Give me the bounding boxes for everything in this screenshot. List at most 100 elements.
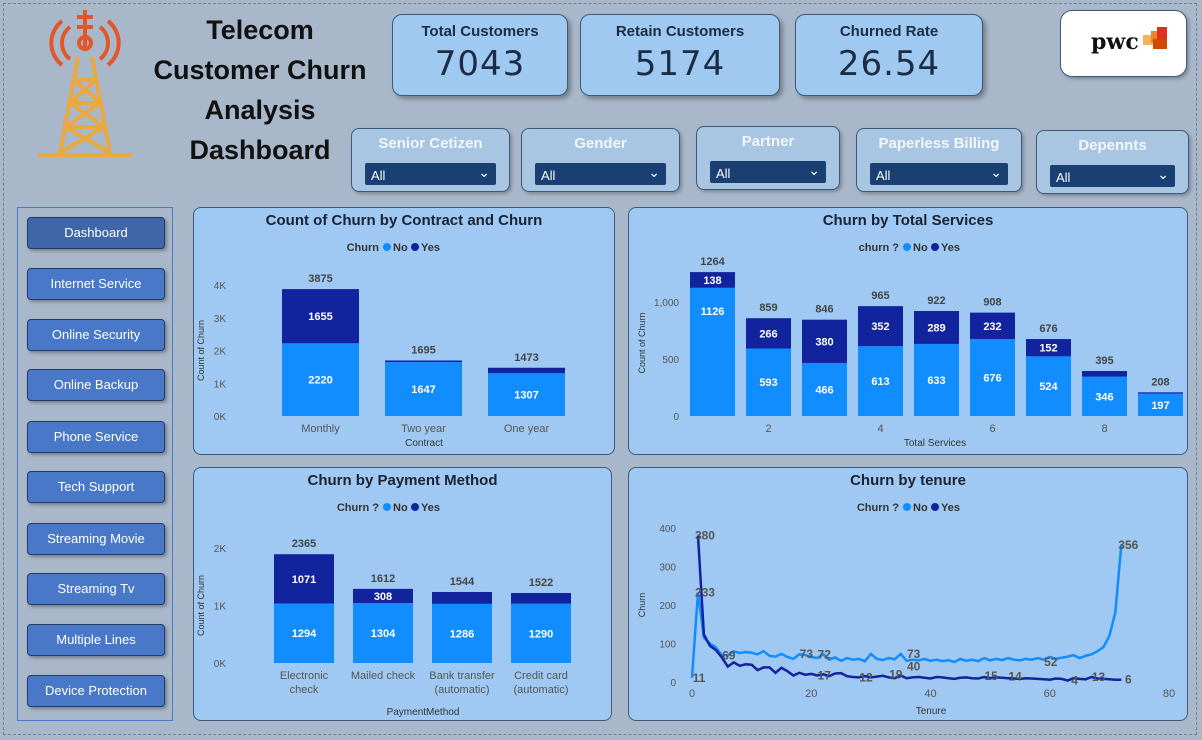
- slicer-dropdown[interactable]: All ⌄: [870, 163, 1008, 185]
- data-label-no: 1307: [514, 390, 538, 402]
- y-tick-label: 500: [662, 355, 679, 366]
- y-tick-label: 1,000: [654, 298, 679, 309]
- legend-marker-yes: [411, 503, 419, 511]
- y-tick-label: 400: [659, 524, 676, 535]
- data-label-total: 1264: [700, 256, 725, 268]
- nav-dashboard[interactable]: Dashboard: [27, 217, 165, 249]
- data-label-total: 395: [1095, 355, 1113, 367]
- data-label-no: 1294: [292, 628, 317, 640]
- data-label: 14: [1008, 670, 1022, 684]
- chart-contract-panel: Count of Churn by Contract and Churn Chu…: [193, 207, 615, 455]
- data-label: 6: [1125, 673, 1132, 687]
- data-label-total: 922: [927, 295, 945, 307]
- nav-internet-service[interactable]: Internet Service: [27, 268, 165, 300]
- data-label-no: 524: [1039, 381, 1058, 393]
- slicer-dropdown[interactable]: All ⌄: [1050, 165, 1175, 187]
- data-label-no: 1286: [450, 628, 474, 640]
- data-label-no: 1647: [411, 384, 435, 396]
- nav-phone-service[interactable]: Phone Service: [27, 421, 165, 453]
- data-label-no: 346: [1095, 391, 1113, 403]
- data-label: 12: [859, 670, 873, 684]
- slicer-partner[interactable]: Partner All ⌄: [696, 126, 840, 190]
- x-tick-label: Credit card: [514, 670, 568, 682]
- legend-label: No: [393, 242, 408, 254]
- x-tick-label: 80: [1163, 688, 1175, 700]
- chart-tenure: Churn ? No Yes 0 100 200 300 400 0 20 40 60 80 Churn T…: [637, 502, 1175, 717]
- data-label-total: 676: [1039, 323, 1057, 335]
- data-label: 19: [889, 668, 903, 682]
- nav-streaming-tv[interactable]: Streaming Tv: [27, 573, 165, 605]
- x-tick-label: Monthly: [301, 423, 340, 435]
- chart-payment: Churn ? No Yes 0K 1K 2K Count of Churn 1294 1071…: [196, 502, 571, 718]
- nav-tech-support[interactable]: Tech Support: [27, 471, 165, 503]
- legend-label: No: [913, 502, 928, 514]
- y-axis-label: Churn: [637, 593, 647, 618]
- data-label: 17: [818, 668, 832, 682]
- x-tick-label: 40: [924, 688, 936, 700]
- slicer-dropdown[interactable]: All ⌄: [710, 161, 826, 183]
- data-label-yes: 289: [927, 322, 945, 334]
- data-label-no: 2220: [308, 375, 332, 387]
- title-line: Analysis: [204, 95, 316, 125]
- slicer-label: Depennts: [1078, 137, 1147, 154]
- data-label-total: 1544: [450, 576, 475, 588]
- dropdown-value: All: [876, 168, 891, 183]
- x-tick-label: 4: [877, 423, 883, 435]
- data-label-total: 3875: [308, 273, 332, 285]
- x-tick-label: Electronic: [280, 670, 329, 682]
- nav-device-protection[interactable]: Device Protection: [27, 675, 165, 707]
- data-label: 233: [695, 585, 715, 599]
- x-tick-label: 6: [989, 423, 995, 435]
- nav-online-backup[interactable]: Online Backup: [27, 369, 165, 401]
- slicer-dropdown[interactable]: All ⌄: [535, 163, 666, 185]
- bar-yes: [511, 592, 571, 604]
- legend-marker-no: [903, 503, 911, 511]
- nav-multiple-lines[interactable]: Multiple Lines: [27, 624, 165, 656]
- x-tick-label: (automatic): [434, 684, 489, 696]
- x-tick-label: 0: [689, 688, 695, 700]
- slicer-dependents[interactable]: Depennts All ⌄: [1036, 130, 1189, 194]
- data-label-yes: 266: [759, 328, 777, 340]
- x-tick-label: check: [290, 684, 319, 696]
- chevron-down-icon: ⌄: [648, 164, 660, 180]
- slicer-senior-citizen[interactable]: Senior Cetizen All ⌄: [351, 128, 510, 192]
- bar-yes: [432, 591, 492, 604]
- data-label: 40: [907, 660, 921, 674]
- nav-online-security[interactable]: Online Security: [27, 319, 165, 351]
- chevron-down-icon: ⌄: [808, 162, 820, 178]
- slicer-dropdown[interactable]: All ⌄: [365, 163, 496, 185]
- x-tick-label: 2: [765, 423, 771, 435]
- bar-yes: [385, 360, 462, 363]
- y-tick-label: 3K: [214, 314, 227, 325]
- legend-label: Yes: [421, 502, 440, 514]
- logo-text: pwc: [1091, 29, 1139, 55]
- y-tick-label: 0K: [214, 412, 227, 423]
- data-label-no: 1304: [371, 628, 396, 640]
- legend-label: No: [393, 502, 408, 514]
- data-label-total: 1522: [529, 577, 553, 589]
- y-tick-label: 2K: [214, 544, 227, 555]
- y-tick-label: 4K: [214, 281, 227, 292]
- legend-marker-no: [383, 503, 391, 511]
- slicer-paperless-billing[interactable]: Paperless Billing All ⌄: [856, 128, 1022, 192]
- chevron-down-icon: ⌄: [1157, 166, 1169, 182]
- nav-streaming-movie[interactable]: Streaming Movie: [27, 523, 165, 555]
- data-label-yes: 232: [983, 321, 1001, 333]
- data-label: 15: [984, 669, 998, 683]
- x-tick-label: One year: [504, 423, 550, 435]
- slicer-label: Paperless Billing: [878, 135, 1000, 152]
- chart-tenure-panel: Churn by tenure Churn ? No Yes 0 100 200 300 40…: [628, 467, 1188, 721]
- kpi-value: 26.54: [837, 44, 941, 84]
- x-tick-label: Mailed check: [351, 670, 416, 682]
- slicer-gender[interactable]: Gender All ⌄: [521, 128, 680, 192]
- data-label-total: 1473: [514, 352, 538, 364]
- y-tick-label: 2K: [214, 347, 227, 358]
- kpi-churned-rate: Churned Rate 26.54: [795, 14, 983, 96]
- y-tick-label: 0K: [214, 659, 227, 670]
- pwc-logo: pwc: [1060, 10, 1187, 77]
- slicer-label: Gender: [574, 135, 627, 152]
- data-label-yes: 1655: [308, 311, 332, 323]
- legend-title: Churn ?: [337, 502, 379, 514]
- bar-yes: [1138, 392, 1183, 394]
- legend-title: Churn ?: [857, 502, 899, 514]
